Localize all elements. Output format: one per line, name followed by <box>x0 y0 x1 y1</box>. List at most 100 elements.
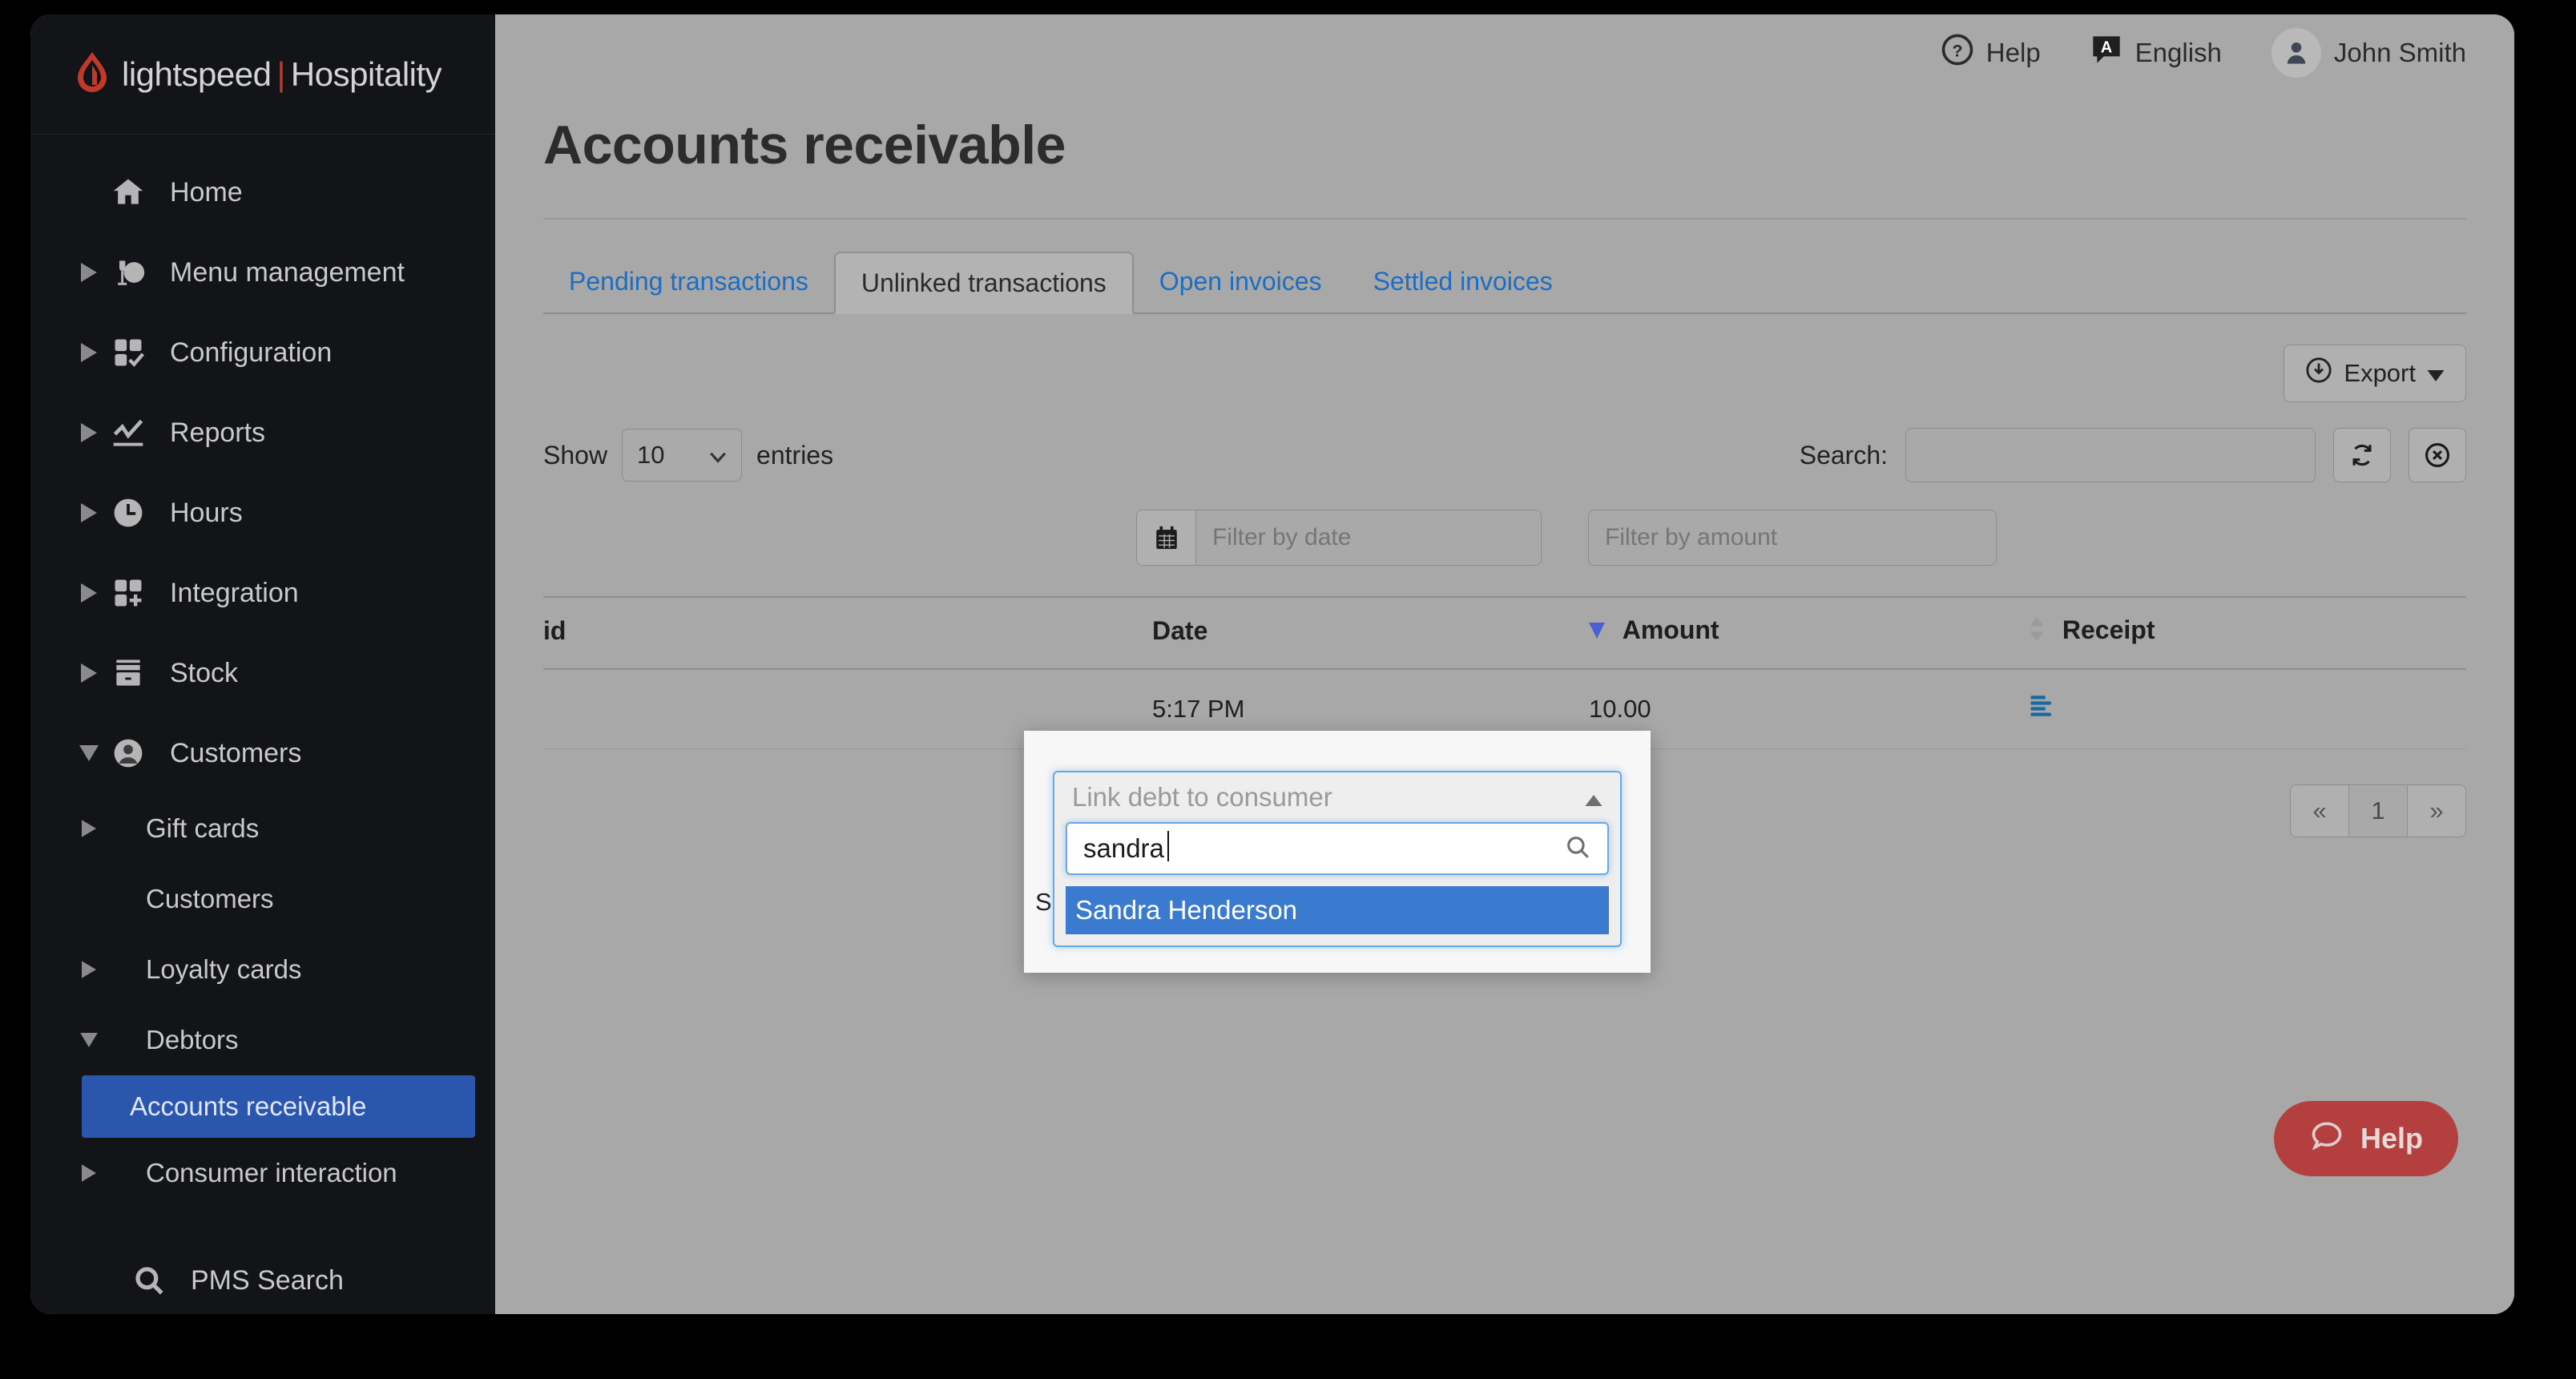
search-label: Search: <box>1799 440 1888 470</box>
svg-text:A: A <box>2100 38 2111 56</box>
tab-unlinked-transactions[interactable]: Unlinked transactions <box>833 252 1134 314</box>
search-input[interactable] <box>1905 428 2316 482</box>
sidebar-item-stock[interactable]: Stock <box>30 633 495 713</box>
column-filters: Filter by date Filter by amount <box>543 510 2466 566</box>
table-header-row: id Date Amount Receipt <box>543 596 2466 670</box>
sidebar-item-reports[interactable]: Reports <box>30 393 495 473</box>
chevron-right-icon[interactable] <box>79 961 99 978</box>
sidebar-item-label: Menu management <box>170 256 405 288</box>
menu-management-icon <box>107 255 149 290</box>
chat-bubble-icon <box>2309 1118 2344 1160</box>
sidebar-item-menu-management[interactable]: Menu management <box>30 232 495 312</box>
transactions-table: id Date Amount Receipt 5:17 PM 10.00 <box>543 596 2466 749</box>
show-entries-control: Show 10 entries <box>543 429 833 482</box>
dropdown-toggle[interactable]: Link debt to consumer <box>1054 772 1620 822</box>
export-row: Export <box>543 345 2466 402</box>
chevron-right-icon[interactable] <box>79 583 99 603</box>
sidebar-item-integration[interactable]: Integration <box>30 553 495 633</box>
dropdown-panel: Link debt to consumer sandra Sandra Hend… <box>1053 771 1622 947</box>
tab-bar: Pending transactions Unlinked transactio… <box>543 250 2466 314</box>
help-floating-button[interactable]: Help <box>2273 1101 2458 1176</box>
sidebar-item-configuration[interactable]: Configuration <box>30 312 495 393</box>
language-selector[interactable]: A English <box>2090 34 2222 72</box>
tab-settled-invoices[interactable]: Settled invoices <box>1348 250 1578 312</box>
sidebar-item-loyalty-cards[interactable]: Loyalty cards <box>30 934 495 1005</box>
dropdown-placeholder: Link debt to consumer <box>1072 782 1332 812</box>
download-circle-icon <box>2305 357 2332 390</box>
sidebar-item-customers[interactable]: Customers <box>30 713 495 793</box>
search-icon <box>128 1264 170 1297</box>
sidebar-item-consumer-interaction[interactable]: Consumer interaction <box>30 1138 495 1208</box>
svg-text:?: ? <box>1952 40 1962 60</box>
sidebar-item-accounts-receivable[interactable]: Accounts receivable <box>82 1075 475 1138</box>
page-size-select[interactable]: 10 <box>622 429 743 482</box>
clear-filters-button[interactable] <box>2409 428 2466 482</box>
sidebar-item-gift-cards[interactable]: Gift cards <box>30 793 495 864</box>
column-header-receipt[interactable]: Receipt <box>2030 596 2466 670</box>
tab-open-invoices[interactable]: Open invoices <box>1134 250 1348 312</box>
column-header-date[interactable]: Date <box>1152 596 1589 670</box>
column-header-amount[interactable]: Amount <box>1589 596 2030 670</box>
caret-down-icon <box>2427 359 2445 388</box>
link-debt-dropdown-popup: S Link debt to consumer sandra Sandra He… <box>1024 731 1651 973</box>
date-filter-input[interactable]: Filter by date <box>1195 510 1542 566</box>
date-filter[interactable]: Filter by date <box>1136 510 1542 566</box>
brand-logo[interactable]: lightspeed | Hospitality <box>30 14 495 135</box>
sidebar-item-label: Customers <box>170 737 302 768</box>
chevron-right-icon[interactable] <box>79 820 99 837</box>
sidebar-item-home[interactable]: Home <box>30 152 495 232</box>
user-menu[interactable]: John Smith <box>2271 28 2466 78</box>
amount-filter-input[interactable]: Filter by amount <box>1588 510 1997 566</box>
chevron-right-icon[interactable] <box>79 663 99 683</box>
table-controls: Show 10 entries Search: <box>543 428 2466 482</box>
sidebar-item-label: Debtors <box>146 1025 239 1054</box>
chevron-down-icon[interactable] <box>79 1033 99 1047</box>
cell-receipt[interactable] <box>2030 668 2466 749</box>
help-menu-button[interactable]: ? Help <box>1941 34 2041 72</box>
sidebar-item-label: Home <box>170 176 243 208</box>
help-label: Help <box>1985 38 2041 67</box>
lightspeed-flame-icon <box>75 51 122 97</box>
dropdown-search-field[interactable]: sandra <box>1066 822 1609 875</box>
page-content: Accounts receivable Pending transactions… <box>495 114 2514 837</box>
refresh-button[interactable] <box>2333 428 2391 482</box>
chevron-down-icon <box>709 441 727 470</box>
chevron-up-icon <box>1585 782 1602 812</box>
chevron-right-icon[interactable] <box>79 423 99 442</box>
chevron-right-icon[interactable] <box>79 1164 99 1182</box>
sidebar-item-pms-search[interactable]: PMS Search <box>30 1240 495 1314</box>
sidebar-item-label: PMS Search <box>191 1264 344 1296</box>
language-label: English <box>2135 38 2222 67</box>
chevron-down-icon[interactable] <box>79 745 99 761</box>
chevron-right-icon[interactable] <box>79 503 99 522</box>
title-divider <box>543 218 2466 220</box>
sidebar-item-label: Consumer interaction <box>146 1158 397 1187</box>
sidebar-item-label: Loyalty cards <box>146 954 302 984</box>
sort-desc-icon <box>1589 617 1605 647</box>
sidebar-item-hours[interactable]: Hours <box>30 473 495 553</box>
sidebar-item-label: Accounts receivable <box>130 1091 367 1121</box>
chevron-right-icon[interactable] <box>79 343 99 362</box>
brand-name: lightspeed <box>122 54 272 93</box>
column-header-id[interactable]: id <box>543 596 1152 670</box>
export-button[interactable]: Export <box>2284 345 2466 402</box>
reports-chart-icon <box>107 415 149 450</box>
pagination-next[interactable]: » <box>2407 784 2466 837</box>
pagination-prev[interactable]: « <box>2290 784 2349 837</box>
sidebar-item-customers-list[interactable]: Customers <box>30 864 495 934</box>
browser-window: lightspeed | Hospitality Home Menu manag… <box>30 14 2514 1314</box>
user-circle-icon <box>107 736 149 771</box>
cell-amount: 10.00 <box>1589 668 2030 749</box>
receipt-lines-icon[interactable] <box>2030 695 2057 724</box>
sidebar-item-label: Integration <box>170 577 299 608</box>
dropdown-option-sandra-henderson[interactable]: Sandra Henderson <box>1066 886 1609 934</box>
dropdown-search-value: sandra <box>1083 831 1169 863</box>
search-control: Search: <box>1800 428 2466 482</box>
avatar <box>2271 28 2321 78</box>
sidebar-item-debtors[interactable]: Debtors <box>30 1005 495 1075</box>
sidebar-nav: Home Menu management Configuration Repor… <box>30 135 495 1314</box>
chevron-right-icon[interactable] <box>79 263 99 282</box>
sidebar-item-label: Customers <box>146 884 274 913</box>
tab-pending-transactions[interactable]: Pending transactions <box>543 250 834 312</box>
pagination-page-1[interactable]: 1 <box>2348 784 2408 837</box>
